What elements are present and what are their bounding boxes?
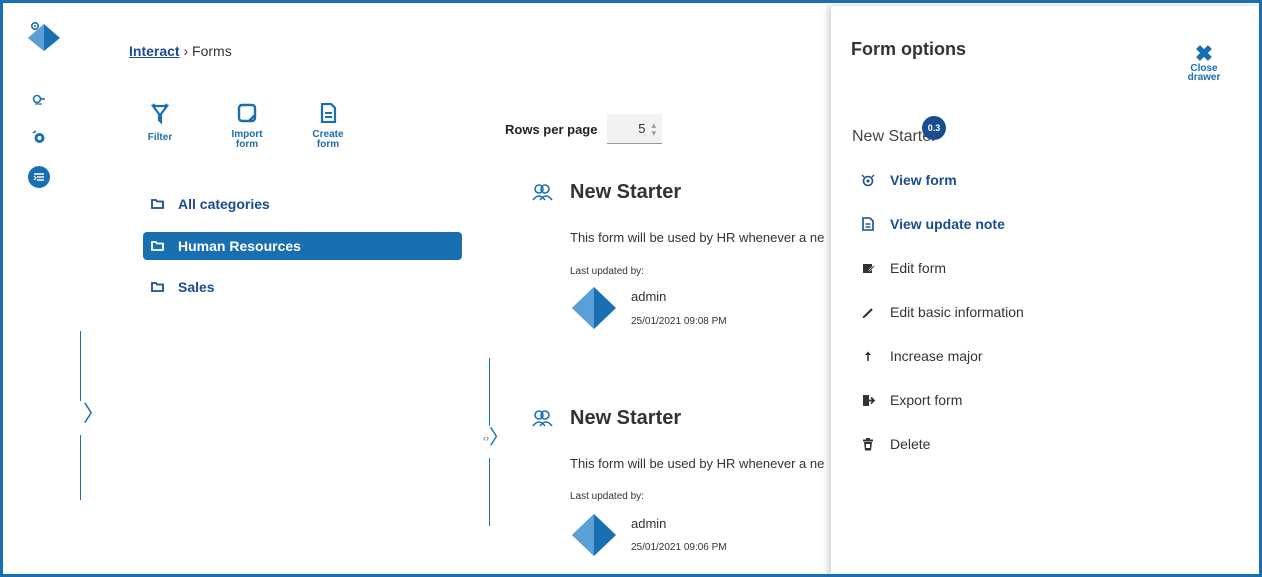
trash-icon xyxy=(861,437,875,451)
form-description: This form will be used by HR whenever a … xyxy=(570,456,825,471)
category-human-resources[interactable]: Human Resources xyxy=(143,232,462,260)
folder-icon xyxy=(151,282,164,292)
form-title[interactable]: New Starter xyxy=(570,407,681,430)
updated-date: 25/01/2021 09:06 PM xyxy=(631,542,727,553)
edit-form-option[interactable]: Edit form xyxy=(861,257,946,279)
rows-per-page-value: 5 xyxy=(638,121,646,136)
toggle-panel-chevron-icon[interactable]: ‹›〉 xyxy=(483,428,509,448)
stepper-arrows-icon[interactable]: ▴ ▾ xyxy=(651,120,656,137)
create-form-icon xyxy=(320,102,337,124)
app-window: 〉 Interact › Forms Filter Import form Cr… xyxy=(0,0,1262,577)
panel-divider-top xyxy=(80,331,81,401)
option-label: Export form xyxy=(890,392,963,408)
export-icon xyxy=(861,393,875,407)
navigation-rail xyxy=(6,6,64,574)
updated-date: 25/01/2021 09:08 PM xyxy=(631,316,727,327)
category-all[interactable]: All categories xyxy=(143,190,462,218)
view-form-option[interactable]: View form xyxy=(861,169,957,191)
last-updated-label: Last updated by: xyxy=(570,491,644,502)
panel-divider-top-2 xyxy=(489,358,490,426)
option-label: Delete xyxy=(890,436,931,452)
eye-icon xyxy=(861,173,875,187)
drawer-label: drawer xyxy=(1187,72,1221,83)
category-sales[interactable]: Sales xyxy=(143,273,462,301)
close-icon: ✖ xyxy=(1194,41,1214,66)
arrow-up-icon xyxy=(861,349,875,363)
option-label: Edit basic information xyxy=(890,304,1024,320)
breadcrumb: Interact › Forms xyxy=(129,43,232,59)
avatar xyxy=(572,514,616,556)
app-logo-icon[interactable] xyxy=(26,20,62,57)
drawer-title: Form options xyxy=(851,39,966,59)
category-label: All categories xyxy=(178,196,270,212)
folder-icon xyxy=(151,241,164,251)
version-badge: 0.3 xyxy=(922,116,946,140)
import-form-button[interactable]: Import form xyxy=(222,103,272,150)
filter-icon xyxy=(150,103,170,125)
last-updated-label: Last updated by: xyxy=(570,266,644,277)
form-description: This form will be used by HR whenever a … xyxy=(570,230,825,245)
category-label: Human Resources xyxy=(178,238,301,254)
import-form-label: Import form xyxy=(231,129,263,150)
folder-icon xyxy=(151,199,164,209)
view-update-note-option[interactable]: View update note xyxy=(861,213,1005,235)
pencil-icon xyxy=(861,305,875,319)
expand-rail-chevron-icon[interactable]: 〉 xyxy=(83,403,105,425)
timer-icon[interactable] xyxy=(28,126,50,148)
panel-divider-bottom-2 xyxy=(489,458,490,526)
option-label: Edit form xyxy=(890,260,947,276)
process-icon[interactable] xyxy=(28,88,50,110)
option-label: View update note xyxy=(890,216,1005,232)
rows-per-page-input[interactable]: 5 ▴ ▾ xyxy=(607,114,662,144)
delete-option[interactable]: Delete xyxy=(861,433,930,455)
panel-divider-bottom xyxy=(80,435,81,500)
filter-button[interactable]: Filter xyxy=(135,103,185,143)
forms-icon[interactable] xyxy=(28,166,50,188)
category-label: Sales xyxy=(178,279,215,295)
updated-by-user: admin xyxy=(631,289,667,304)
users-icon xyxy=(532,184,553,201)
updated-by-user: admin xyxy=(631,516,667,531)
form-title[interactable]: New Starter xyxy=(570,181,681,204)
avatar xyxy=(572,287,616,329)
form-options-drawer: Form options ✖ Close drawer New Starter … xyxy=(831,6,1259,574)
edit-form-icon xyxy=(861,261,875,275)
rows-per-page-label: Rows per page xyxy=(505,122,598,137)
create-form-label: Create form xyxy=(312,129,344,150)
close-drawer-button[interactable]: ✖ Close drawer xyxy=(1181,41,1227,83)
export-form-option[interactable]: Export form xyxy=(861,389,962,411)
breadcrumb-current: Forms xyxy=(192,43,232,59)
option-label: Increase major xyxy=(890,348,983,364)
breadcrumb-separator: › xyxy=(183,43,189,59)
edit-basic-information-option[interactable]: Edit basic information xyxy=(861,301,1024,323)
increase-major-option[interactable]: Increase major xyxy=(861,345,983,367)
create-form-button[interactable]: Create form xyxy=(303,102,353,150)
import-form-icon xyxy=(237,103,257,123)
filter-label: Filter xyxy=(147,132,173,143)
breadcrumb-link-interact[interactable]: Interact xyxy=(129,43,180,59)
document-icon xyxy=(861,217,875,231)
option-label: View form xyxy=(890,172,957,188)
users-icon xyxy=(532,410,553,427)
